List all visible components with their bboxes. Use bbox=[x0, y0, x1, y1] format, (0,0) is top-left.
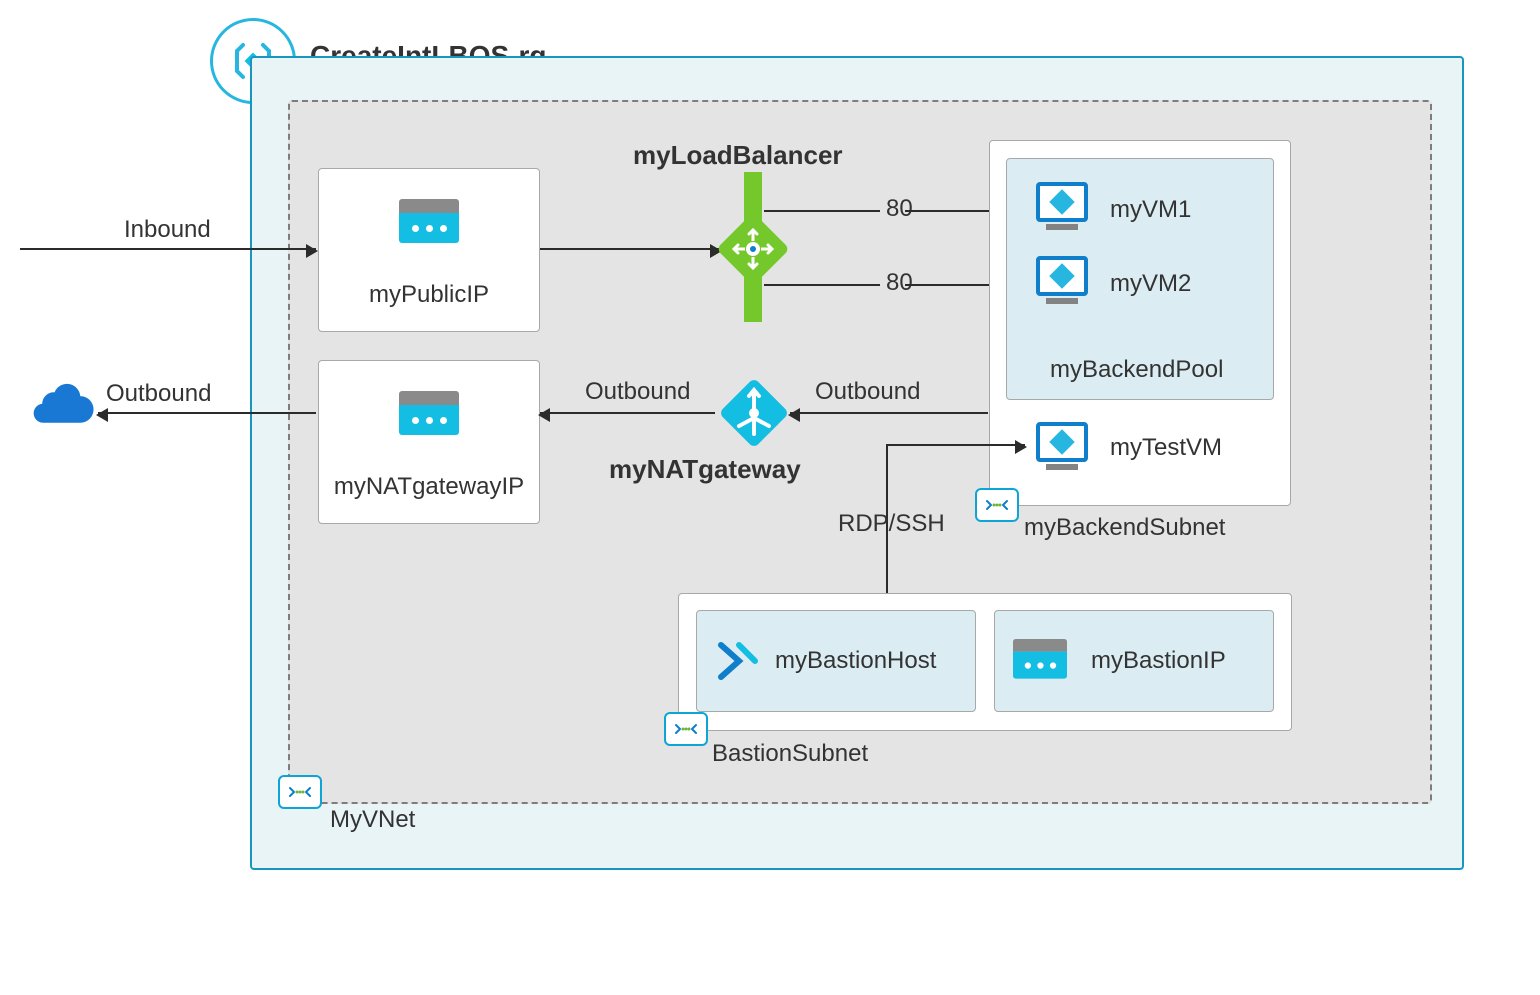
vm2-label: myVM2 bbox=[1110, 270, 1191, 298]
vnet-badge-outer bbox=[278, 775, 322, 809]
vm1-label: myVM1 bbox=[1110, 196, 1191, 224]
bastion-ip-label: myBastionIP bbox=[1091, 647, 1226, 675]
bastion-host-label: myBastionHost bbox=[775, 647, 936, 675]
corner-connector bbox=[886, 444, 905, 446]
nat-gateway-ip-icon bbox=[399, 391, 459, 435]
test-vm-icon bbox=[1036, 422, 1088, 470]
rdp-ssh-label: RDP/SSH bbox=[838, 510, 945, 538]
bastion-ip-icon bbox=[1013, 639, 1067, 679]
vm-icon-2 bbox=[1036, 256, 1088, 304]
vnet-badge-bastion bbox=[664, 712, 708, 746]
public-ip-card: myPublicIP bbox=[318, 168, 540, 332]
outbound-label-3: Outbound bbox=[815, 378, 920, 406]
outbound-label-2: Outbound bbox=[585, 378, 690, 406]
arrow-natgw-to-natip bbox=[540, 412, 715, 414]
vnet-badge-backend bbox=[975, 488, 1019, 522]
arrow-natip-to-cloud bbox=[98, 412, 316, 414]
cloud-icon bbox=[28, 380, 98, 428]
architecture-diagram: CreateIntLBQS-rg MyVNet Inbound myPublic… bbox=[0, 0, 1540, 995]
bastion-subnet-label: BastionSubnet bbox=[712, 740, 868, 768]
outbound-label-1: Outbound bbox=[106, 380, 211, 408]
nat-gateway-icon bbox=[719, 378, 789, 453]
nat-gateway-ip-label: myNATgatewayIP bbox=[319, 473, 539, 501]
public-ip-label: myPublicIP bbox=[319, 281, 539, 309]
backend-pool-label: myBackendPool bbox=[1050, 356, 1223, 384]
arrow-bastion-to-testvm-h bbox=[905, 444, 1025, 446]
arrow-backend-to-natgw bbox=[790, 412, 988, 414]
load-balancer-title: myLoadBalancer bbox=[633, 140, 843, 171]
vm-icon-1 bbox=[1036, 182, 1088, 230]
load-balancer-arrows-icon bbox=[731, 227, 775, 271]
test-vm-label: myTestVM bbox=[1110, 434, 1222, 462]
backend-subnet-label: myBackendSubnet bbox=[1024, 514, 1225, 542]
arrow-publicip-to-lb bbox=[540, 248, 720, 250]
bastion-ip-panel: myBastionIP bbox=[994, 610, 1274, 712]
port-label-1: 80 bbox=[880, 195, 919, 223]
bastion-icon bbox=[715, 641, 759, 681]
nat-gateway-ip-card: myNATgatewayIP bbox=[318, 360, 540, 524]
port-label-2: 80 bbox=[880, 269, 919, 297]
bastion-host-panel: myBastionHost bbox=[696, 610, 976, 712]
vnet-label: MyVNet bbox=[330, 806, 415, 834]
nat-gateway-label: myNATgateway bbox=[609, 454, 801, 485]
inbound-label: Inbound bbox=[124, 216, 211, 244]
public-ip-icon bbox=[399, 199, 459, 243]
arrow-inbound-to-publicip bbox=[20, 248, 316, 250]
